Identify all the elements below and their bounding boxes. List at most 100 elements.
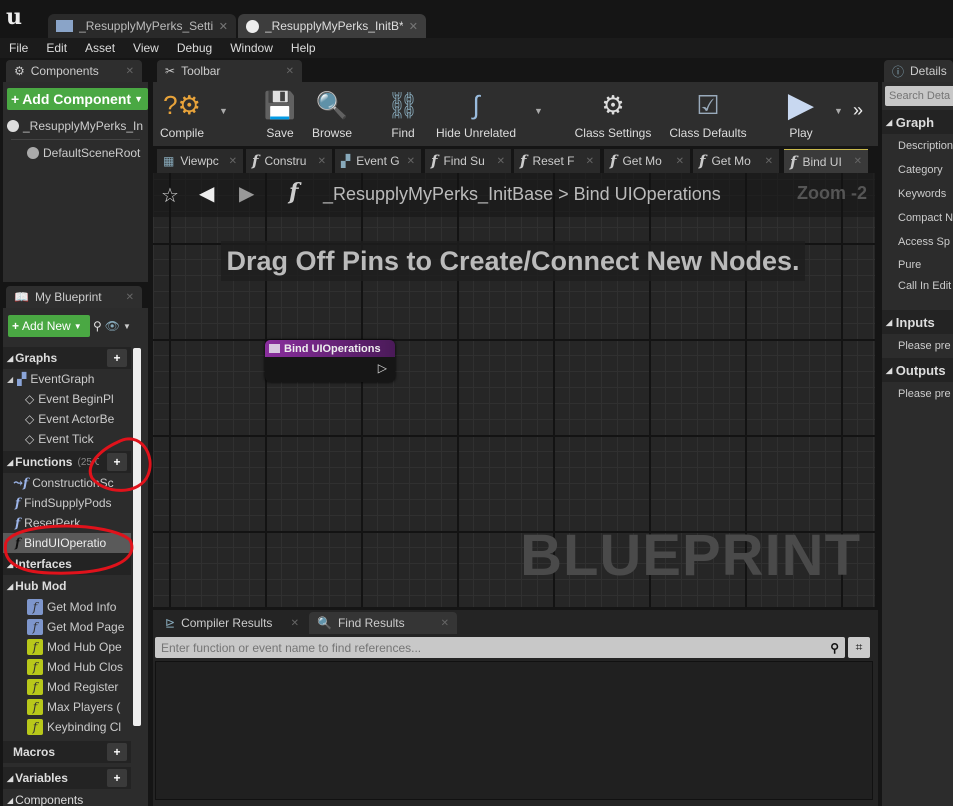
find-button[interactable]: ⛓ Find bbox=[385, 82, 421, 144]
chevron-down-icon[interactable]: ▼ bbox=[123, 322, 131, 331]
save-button[interactable]: 💾 Save bbox=[263, 82, 297, 144]
details-category-inputs[interactable]: ◢ Inputs bbox=[882, 310, 953, 334]
details-category-graph[interactable]: ◢ Graph bbox=[882, 110, 953, 134]
tab-toolbar[interactable]: ✂ Toolbar ✕ bbox=[157, 60, 302, 82]
add-graph-button[interactable]: + bbox=[107, 349, 127, 367]
favorite-star-icon[interactable]: ☆ bbox=[161, 183, 179, 208]
function-item[interactable]: f ResetPerk bbox=[3, 513, 131, 533]
hub-mod-function-item[interactable]: f Mod Hub Ope bbox=[3, 637, 131, 657]
hub-mod-function-item[interactable]: f Mod Hub Clos bbox=[3, 657, 131, 677]
menu-view[interactable]: View bbox=[124, 41, 168, 55]
eye-visibility-icon[interactable]: 👁 bbox=[105, 319, 120, 333]
document-tab[interactable]: f Constru ✕ bbox=[246, 149, 332, 173]
hub-mod-function-item[interactable]: f Keybinding Cl bbox=[3, 717, 131, 737]
close-icon[interactable]: ✕ bbox=[229, 156, 237, 167]
close-icon[interactable]: ✕ bbox=[286, 66, 294, 77]
function-item[interactable]: ⤳f ConstructionSc bbox=[3, 473, 131, 493]
add-variable-button[interactable]: + bbox=[107, 769, 127, 787]
find-input-field[interactable] bbox=[161, 640, 831, 655]
breadcrumb-blueprint[interactable]: _ResupplyMyPerks_InitBase bbox=[323, 184, 553, 204]
category-functions[interactable]: ◢Functions(25 Ov+ bbox=[3, 451, 131, 473]
menu-debug[interactable]: Debug bbox=[168, 41, 221, 55]
details-search-input[interactable] bbox=[885, 86, 953, 106]
close-icon[interactable]: ✕ bbox=[318, 156, 326, 167]
tab-find-results[interactable]: 🔍 Find Results ✕ bbox=[309, 612, 457, 634]
compile-button[interactable]: ?⚙ Compile bbox=[159, 82, 205, 144]
add-component-button[interactable]: + Add Component ▼ bbox=[7, 88, 148, 110]
hub-mod-function-item[interactable]: f Get Mod Page bbox=[3, 617, 131, 637]
details-category-outputs[interactable]: ◢ Outputs bbox=[882, 358, 953, 382]
close-icon[interactable]: ✕ bbox=[676, 156, 684, 167]
find-in-all-blueprints-button[interactable]: ⌗ bbox=[848, 637, 870, 658]
document-tab[interactable]: f Reset F ✕ bbox=[514, 149, 600, 173]
close-icon[interactable]: ✕ bbox=[126, 292, 134, 303]
window-tab-initbase[interactable]: _ResupplyMyPerks_InitB* ✕ bbox=[238, 14, 426, 38]
forward-arrow-icon[interactable]: ▶ bbox=[239, 181, 254, 206]
hub-mod-function-item[interactable]: f Max Players ( bbox=[3, 697, 131, 717]
close-icon[interactable]: ✕ bbox=[497, 156, 505, 167]
category-macros[interactable]: Macros + bbox=[3, 741, 131, 763]
hide-unrelated-dropdown[interactable]: ▼ bbox=[534, 106, 543, 116]
search-icon[interactable]: ⚲ bbox=[93, 319, 102, 333]
menu-edit[interactable]: Edit bbox=[37, 41, 76, 55]
component-item-root-actor[interactable]: _ResupplyMyPerks_In bbox=[3, 116, 148, 136]
menu-asset[interactable]: Asset bbox=[76, 41, 124, 55]
add-macro-button[interactable]: + bbox=[107, 743, 127, 761]
tab-components[interactable]: ⚙ Components ✕ bbox=[6, 60, 142, 82]
close-icon[interactable]: ✕ bbox=[586, 156, 594, 167]
add-new-button[interactable]: + Add New ▼ bbox=[8, 315, 90, 337]
document-tab[interactable]: ▞ Event G ✕ bbox=[335, 149, 421, 173]
find-input[interactable]: ⚲ bbox=[155, 637, 845, 658]
close-icon[interactable]: ✕ bbox=[441, 618, 449, 629]
close-icon[interactable]: ✕ bbox=[765, 156, 773, 167]
event-item[interactable]: ◇ Event ActorBe bbox=[3, 409, 131, 429]
category-components[interactable]: ◢ Components bbox=[3, 789, 131, 806]
close-icon[interactable]: ✕ bbox=[219, 20, 228, 33]
toolbar-overflow-icon[interactable]: » bbox=[853, 100, 863, 121]
document-tab[interactable]: f Find Su ✕ bbox=[425, 149, 511, 173]
menu-file[interactable]: File bbox=[0, 41, 37, 55]
class-settings-button[interactable]: ⚙ Class Settings bbox=[573, 82, 653, 144]
function-item-selected[interactable]: f BindUIOperatio bbox=[3, 533, 131, 553]
hub-mod-function-item[interactable]: f Get Mod Info bbox=[3, 597, 131, 617]
tab-compiler-results[interactable]: ⊵ Compiler Results ✕ bbox=[157, 612, 307, 634]
document-tab[interactable]: ▦ Viewpc ✕ bbox=[157, 149, 243, 173]
search-icon[interactable]: ⚲ bbox=[830, 641, 839, 655]
component-item-default-scene-root[interactable]: DefaultSceneRoot bbox=[3, 143, 148, 163]
hub-mod-function-item[interactable]: f Mod Register bbox=[3, 677, 131, 697]
play-options-dropdown[interactable]: ▼ bbox=[834, 106, 843, 116]
tab-my-blueprint[interactable]: 📖 My Blueprint ✕ bbox=[6, 286, 142, 308]
tab-details[interactable]: ⓘ Details bbox=[884, 60, 953, 82]
play-button[interactable]: ▶ Play bbox=[779, 82, 823, 144]
event-item[interactable]: ◇ Event BeginPl bbox=[3, 389, 131, 409]
graph-canvas[interactable]: ☆ ◀ ▶ f _ResupplyMyPerks_InitBase > Bind… bbox=[153, 173, 875, 607]
hide-unrelated-button[interactable]: ∫ Hide Unrelated bbox=[435, 82, 517, 144]
close-icon[interactable]: ✕ bbox=[291, 618, 299, 629]
function-entry-node[interactable]: Bind UIOperations ▷ bbox=[265, 340, 395, 382]
graph-item-eventgraph[interactable]: ◢ ▞ EventGraph bbox=[3, 369, 131, 389]
back-arrow-icon[interactable]: ◀ bbox=[199, 181, 214, 206]
event-item[interactable]: ◇ Event Tick bbox=[3, 429, 131, 449]
menu-help[interactable]: Help bbox=[282, 41, 325, 55]
menu-window[interactable]: Window bbox=[221, 41, 282, 55]
close-icon[interactable]: ✕ bbox=[409, 20, 418, 33]
unreal-logo-icon[interactable]: u bbox=[6, 4, 22, 30]
scrollbar[interactable] bbox=[133, 348, 141, 726]
document-tab[interactable]: f Bind UI ✕ bbox=[784, 149, 868, 173]
class-defaults-button[interactable]: ☑ Class Defaults bbox=[667, 82, 749, 144]
category-interfaces[interactable]: ◢ Interfaces bbox=[3, 553, 131, 575]
window-tab-settings[interactable]: _ResupplyMyPerks_Settin ✕ bbox=[48, 14, 236, 38]
close-icon[interactable]: ✕ bbox=[407, 156, 415, 167]
function-item[interactable]: f FindSupplyPods bbox=[3, 493, 131, 513]
exec-output-pin[interactable]: ▷ bbox=[378, 361, 387, 375]
close-icon[interactable]: ✕ bbox=[126, 66, 134, 77]
close-icon[interactable]: ✕ bbox=[854, 156, 862, 167]
browse-button[interactable]: 🔍 Browse bbox=[309, 82, 355, 144]
category-hub-mod[interactable]: ◢ Hub Mod bbox=[3, 575, 131, 597]
compile-options-dropdown[interactable]: ▼ bbox=[219, 106, 228, 116]
document-tab[interactable]: f Get Mo ✕ bbox=[604, 149, 690, 173]
document-tab[interactable]: f Get Mo ✕ bbox=[693, 149, 779, 173]
add-function-button[interactable]: + bbox=[107, 453, 127, 471]
category-graphs[interactable]: ◢ Graphs + bbox=[3, 347, 131, 369]
category-variables[interactable]: ◢ Variables + bbox=[3, 767, 131, 789]
